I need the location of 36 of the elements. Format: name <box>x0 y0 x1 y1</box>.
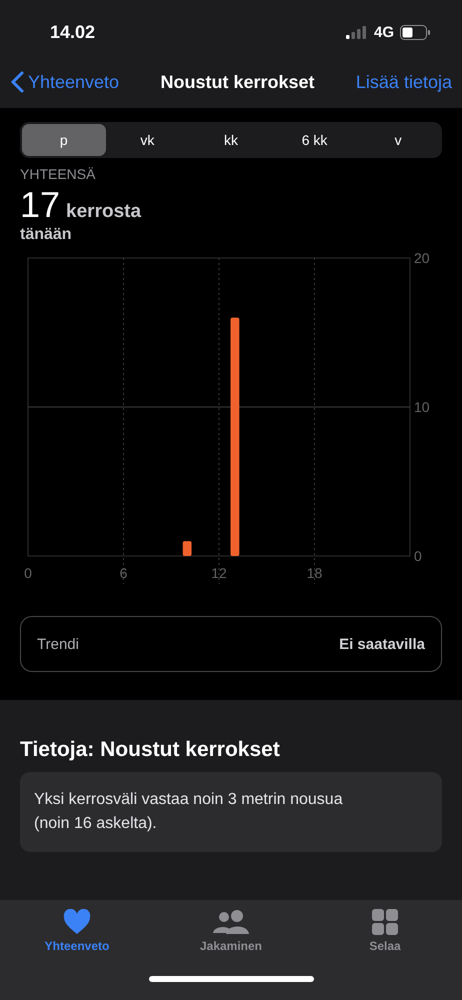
total-value: 17 <box>20 184 60 226</box>
battery-icon <box>400 24 430 40</box>
trend-value: Ei saatavilla <box>339 636 425 652</box>
page-title: Noustut kerrokset <box>160 72 315 92</box>
period-tab[interactable]: 6 kk <box>272 124 356 156</box>
axis-label: 20 <box>414 250 430 266</box>
total-unit: kerrosta <box>66 201 142 223</box>
axis-label: 6 <box>120 565 128 581</box>
period-label: tänään <box>20 226 73 244</box>
more-info-link[interactable]: Lisää tietoja <box>356 72 452 92</box>
about-text: Yksi kerrosväli vastaa noin 3 metrin nousua (noin 16 askelta). <box>20 772 442 852</box>
axis-label: 12 <box>211 565 227 581</box>
signal-icon <box>346 25 368 39</box>
heart-icon <box>63 909 91 935</box>
total-caption: YHTEENSÄ <box>20 166 96 182</box>
back-link[interactable]: Yhteenveto <box>10 71 120 93</box>
trend-label: Trendi <box>37 636 79 652</box>
period-tab[interactable]: kk <box>189 124 273 156</box>
trend-card[interactable]: Trendi Ei saatavilla <box>20 616 442 672</box>
about-title: Tietoja: Noustut kerrokset <box>20 738 281 762</box>
axis-label: 0 <box>414 548 422 564</box>
tab-bar-item[interactable]: Selaa <box>330 908 440 954</box>
chevron-left-icon <box>10 71 24 93</box>
axis-label: 10 <box>414 399 430 415</box>
period-tab[interactable]: p <box>22 124 106 156</box>
tab-bar-item[interactable]: Jakaminen <box>176 908 286 954</box>
grid-icon <box>372 909 398 935</box>
period-tab[interactable]: vk <box>106 124 190 156</box>
tab-bar-item[interactable]: Yhteenveto <box>22 908 132 954</box>
axis-label: 18 <box>306 565 322 581</box>
network-label: 4G <box>374 24 394 40</box>
bar <box>182 541 192 556</box>
period-tab[interactable]: v <box>356 124 440 156</box>
status-time: 14.02 <box>50 22 96 42</box>
axis-label: 0 <box>24 565 32 581</box>
people-icon <box>212 909 250 935</box>
